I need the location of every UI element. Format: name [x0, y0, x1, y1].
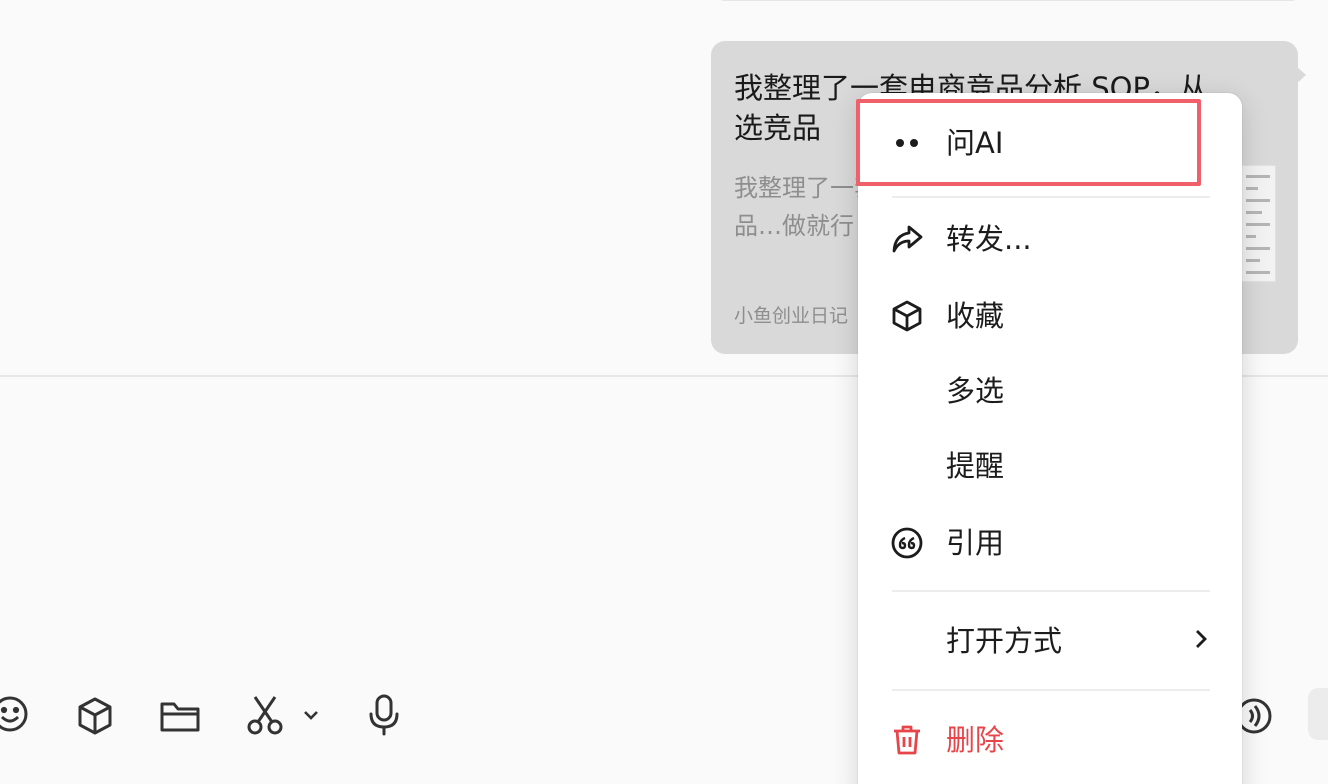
scissors-screenshot-icon[interactable]	[245, 694, 285, 736]
folder-icon[interactable]	[159, 696, 201, 736]
ai-dots-icon	[890, 126, 924, 160]
menu-item-label: 问AI	[946, 126, 1004, 160]
menu-item-quote[interactable]: 引用	[858, 508, 1242, 578]
chevron-down-icon[interactable]	[302, 708, 320, 722]
favorite-cube-icon	[890, 299, 924, 333]
menu-separator	[892, 590, 1210, 592]
menu-item-label: 收藏	[946, 299, 1005, 333]
menu-item-label: 多选	[946, 374, 1005, 408]
card-thumbnail	[1240, 165, 1276, 282]
menu-item-label: 打开方式	[946, 624, 1063, 658]
menu-item-label: 转发...	[946, 222, 1032, 256]
quote-icon	[890, 526, 924, 560]
menu-item-label: 提醒	[946, 449, 1005, 483]
microphone-icon[interactable]	[366, 693, 402, 737]
menu-item-label: 删除	[946, 723, 1005, 757]
message-separator	[722, 0, 1294, 1]
menu-item-delete[interactable]: 删除	[858, 705, 1242, 775]
sticker-cube-icon[interactable]	[75, 696, 115, 736]
bubble-tail	[1294, 64, 1306, 86]
chat-window: 我整理了一套电商竞品分析 SOP，从选竞品 我整理了一套电商竞品分析 SOP，从…	[0, 0, 1328, 784]
context-menu: 问AI 转发... 收藏 多选 提醒 引用 打开方式 删除	[858, 93, 1242, 784]
trash-icon	[890, 723, 924, 757]
card-source: 小鱼创业日记	[734, 305, 849, 327]
chevron-right-icon	[1192, 627, 1210, 655]
menu-item-label: 引用	[946, 526, 1005, 560]
menu-item-ask-ai[interactable]: 问AI	[858, 108, 1242, 178]
menu-item-open-with[interactable]: 打开方式	[858, 606, 1242, 676]
menu-separator	[892, 196, 1210, 198]
menu-item-forward[interactable]: 转发...	[858, 204, 1242, 274]
emoji-icon[interactable]	[0, 694, 30, 734]
menu-item-reminder[interactable]: 提醒	[858, 431, 1242, 501]
send-button[interactable]	[1308, 688, 1328, 740]
menu-item-favorite[interactable]: 收藏	[858, 281, 1242, 351]
menu-item-multi-select[interactable]: 多选	[858, 356, 1242, 426]
forward-icon	[890, 222, 924, 256]
menu-separator	[892, 689, 1210, 691]
